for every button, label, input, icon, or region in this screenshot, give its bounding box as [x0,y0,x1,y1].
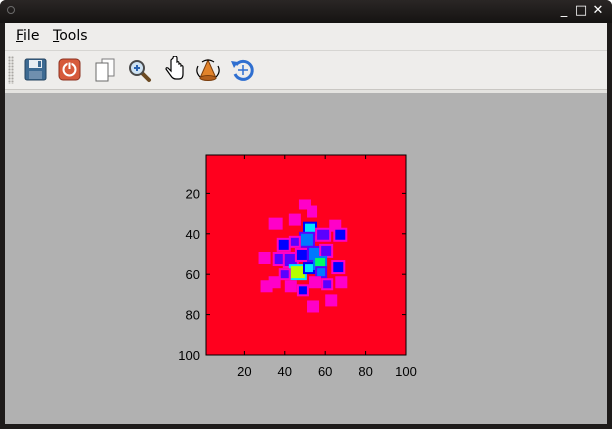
y-tick-label: 100 [178,348,200,363]
heatmap-cell [300,233,313,246]
heatmap-cell [260,253,269,262]
heatmap-cell [286,282,295,291]
y-tick-label: 80 [186,308,200,323]
y-tick-label: 40 [186,227,200,242]
heatmap-cell [309,302,318,311]
heatmap-cell [333,262,344,273]
y-tick-label: 60 [186,267,200,282]
heatmap-cell [317,229,330,240]
heatmap-cell [270,219,281,228]
heatmap-cell [290,237,299,246]
client-area: File Tools 20 40 60 80 100 20 40 60 80 1… [5,23,607,424]
maximize-button[interactable]: □ [573,3,589,19]
minimize-button[interactable]: _ [556,3,572,19]
heatmap-cell [321,245,332,256]
heatmap-cell [323,280,332,289]
heatmap-cell [311,278,320,287]
heatmap-plot[interactable]: 20 40 60 80 100 20 40 60 80 100 [5,23,607,424]
heatmap-cell [290,266,305,279]
heatmap-cell [337,278,346,287]
close-button[interactable]: ✕ [590,3,606,19]
heatmap-cell [280,270,289,279]
heatmap-cell [327,296,336,305]
window-titlebar[interactable]: _ □ ✕ [0,0,612,23]
heatmap-cell [262,282,271,291]
x-tick-label: 20 [237,364,251,379]
heatmap-cell [290,215,299,224]
heatmap-cell [296,249,307,260]
y-tick-label: 20 [186,186,200,201]
app-window: _ □ ✕ File Tools 20 40 60 80 100 20 40 6… [0,0,612,429]
x-tick-label: 100 [395,364,417,379]
x-tick-label: 40 [278,364,292,379]
heatmap-cell [304,264,313,273]
heatmap-cell [335,229,346,240]
heatmap-cell [317,268,326,277]
heatmap-cell [298,286,307,295]
heatmap-cell [309,207,316,216]
x-tick-label: 60 [318,364,332,379]
x-tick-label: 80 [358,364,372,379]
window-menu-icon[interactable] [7,6,15,14]
heatmap-cell [278,239,289,250]
